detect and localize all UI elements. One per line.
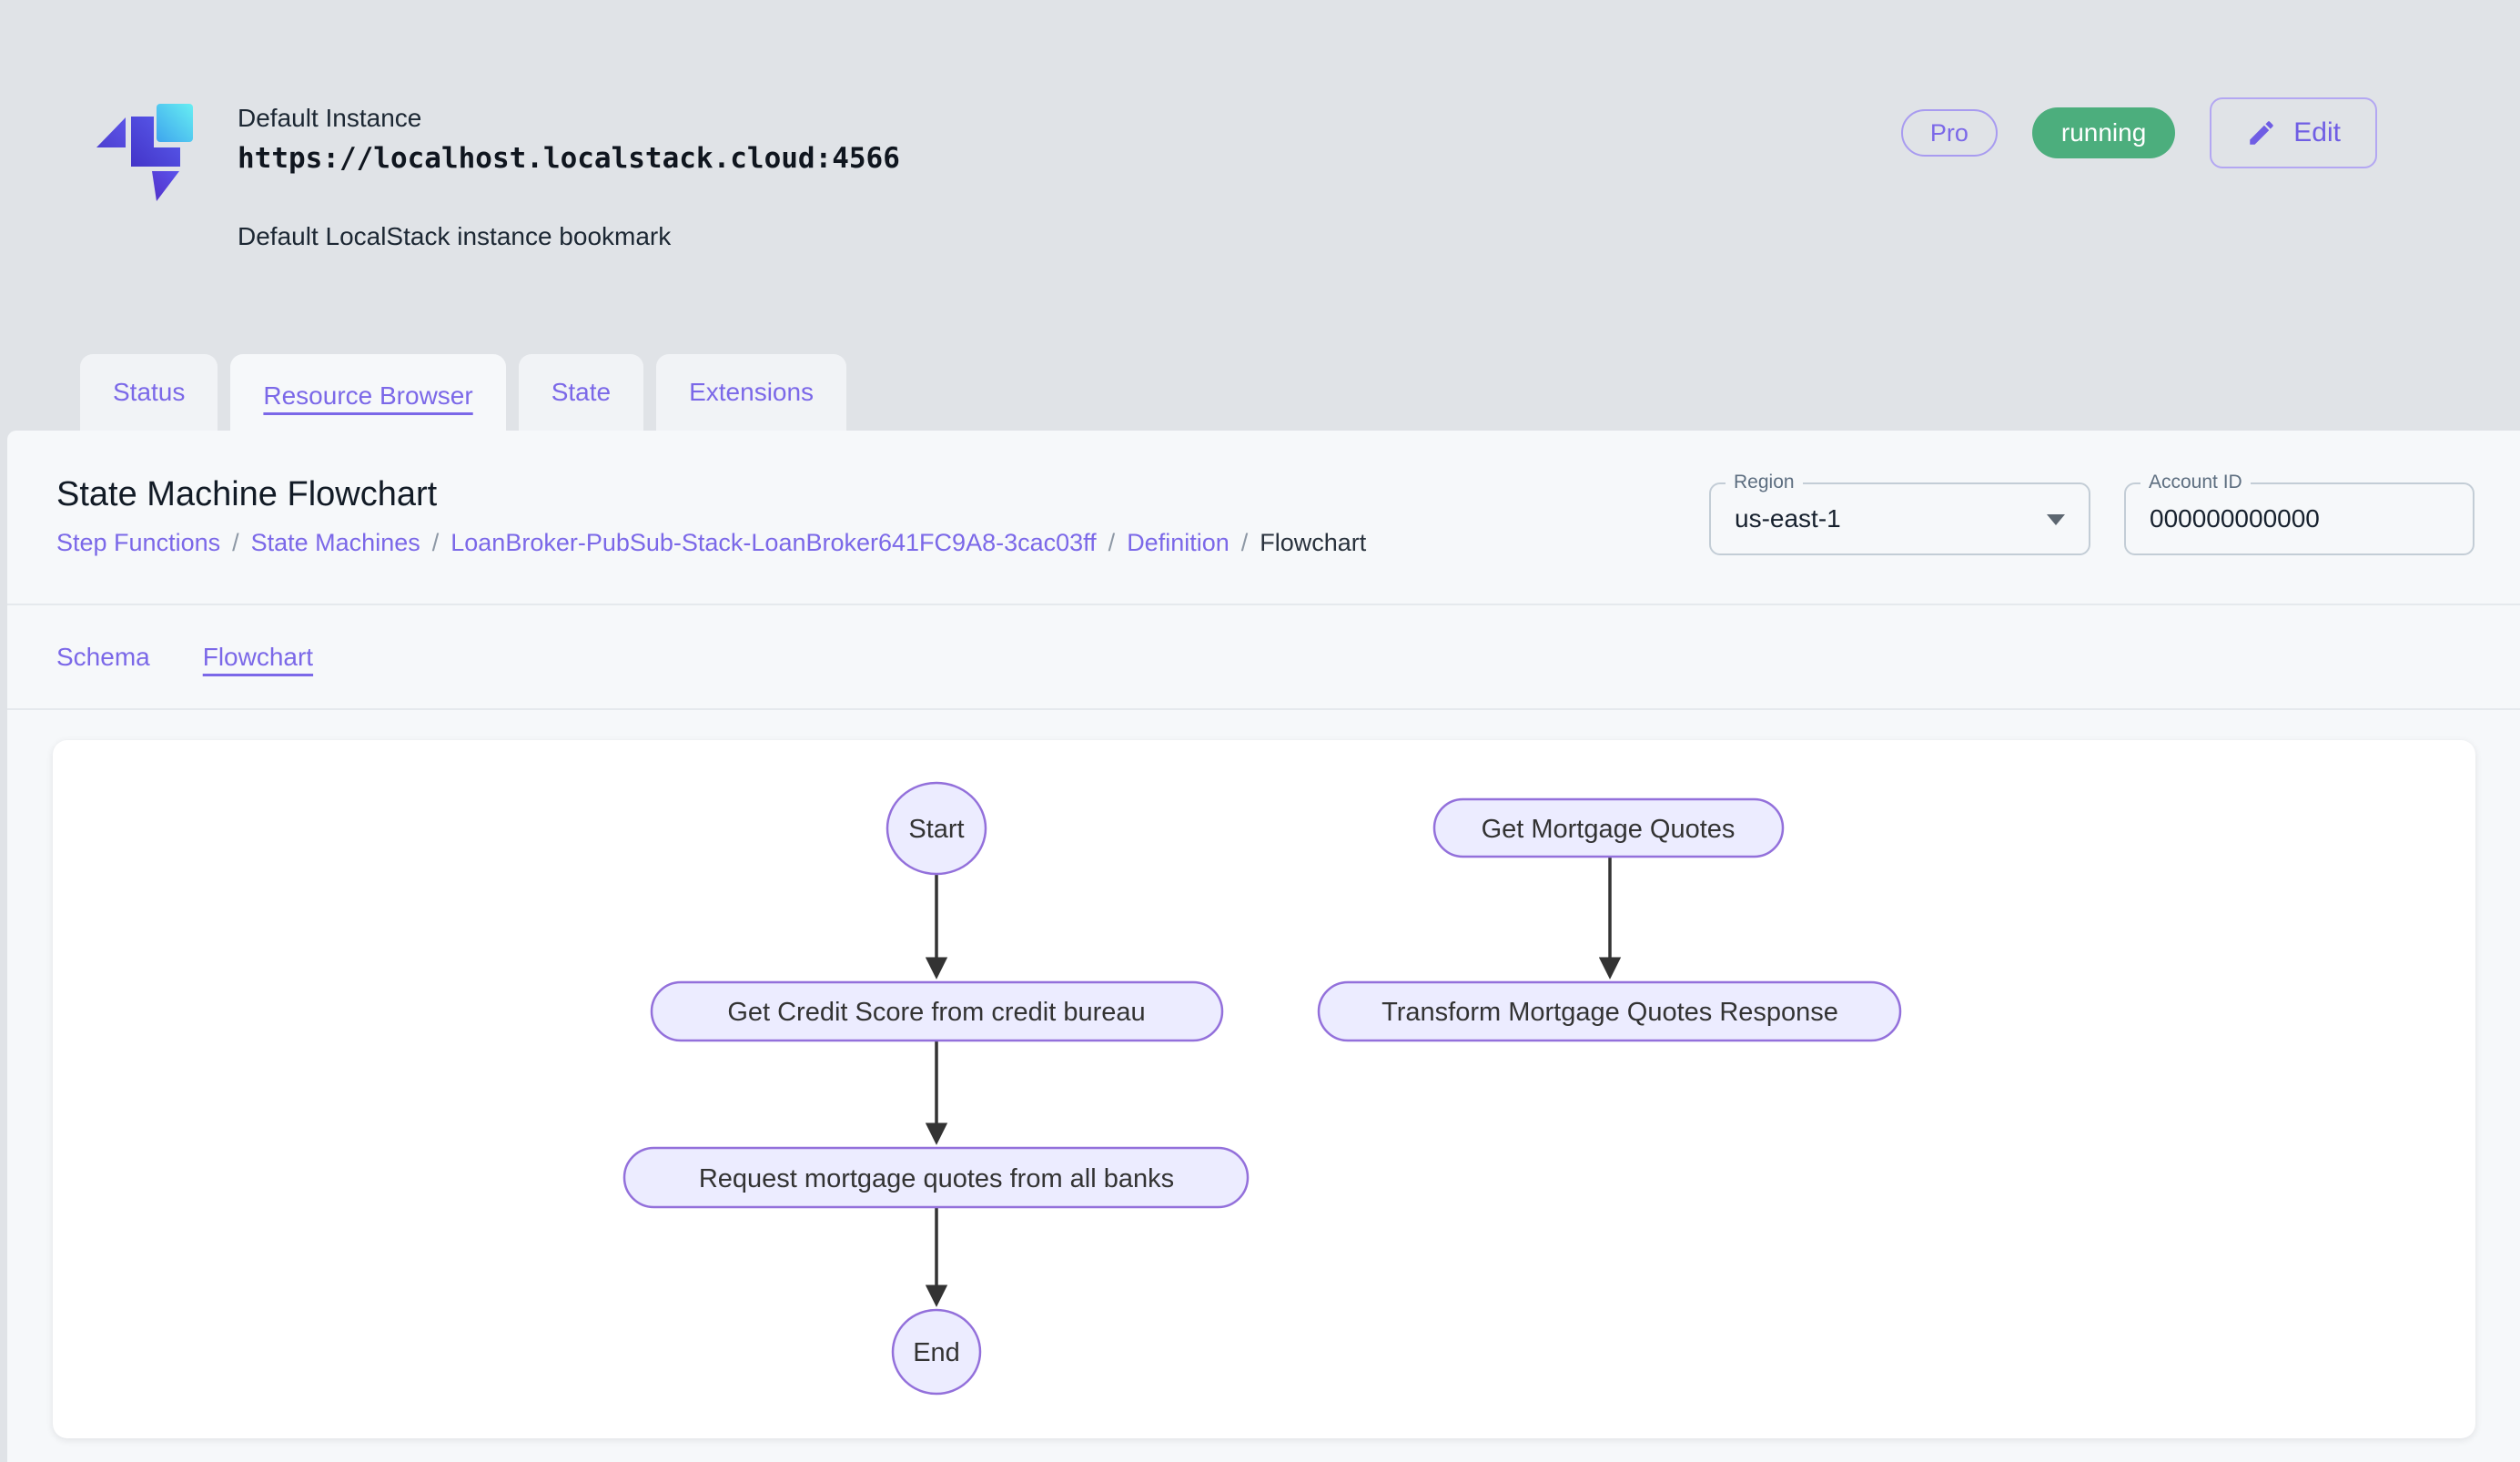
breadcrumb-flowchart: Flowchart [1260, 529, 1366, 557]
svg-text:Request mortgage quotes from a: Request mortgage quotes from all banks [699, 1164, 1174, 1193]
tab-extensions-label: Extensions [689, 378, 814, 407]
main-tabs: Status Resource Browser State Extensions [0, 354, 2520, 431]
subtab-flowchart[interactable]: Flowchart [203, 643, 313, 672]
tab-state-label: State [552, 378, 611, 407]
region-select[interactable]: Region us-east-1 [1709, 482, 2090, 555]
instance-name: Default Instance [238, 104, 900, 133]
flowchart-node-get-credit-score: Get Credit Score from credit bureau [652, 982, 1222, 1041]
breadcrumb-separator: / [232, 529, 239, 557]
edit-button-label: Edit [2293, 117, 2341, 148]
flowchart-node-get-mortgage-quotes: Get Mortgage Quotes [1434, 799, 1783, 857]
instance-description: Default LocalStack instance bookmark [238, 222, 900, 251]
svg-text:Transform Mortgage Quotes Resp: Transform Mortgage Quotes Response [1381, 998, 1838, 1027]
account-id-input[interactable] [2126, 484, 2473, 553]
tab-state[interactable]: State [519, 354, 643, 431]
tab-extensions[interactable]: Extensions [656, 354, 846, 431]
account-id-label: Account ID [2140, 471, 2251, 494]
instance-header: Default Instance https://localhost.local… [0, 0, 2520, 354]
resource-browser-panel: State Machine Flowchart Step Functions /… [7, 431, 2520, 1462]
caret-down-icon [2047, 514, 2065, 525]
flowchart-node-end: End [893, 1310, 980, 1394]
tab-status-label: Status [113, 378, 185, 407]
status-badge: running [2032, 107, 2175, 158]
tab-resource-browser[interactable]: Resource Browser [230, 354, 505, 438]
region-select-label: Region [1726, 471, 1803, 494]
svg-text:Get Mortgage Quotes: Get Mortgage Quotes [1482, 815, 1736, 844]
breadcrumb-state-machines[interactable]: State Machines [251, 529, 420, 557]
flowchart-card: Start Get Mortgage Quotes Get Credit Sco… [53, 740, 2475, 1438]
breadcrumb-separator: / [1241, 529, 1249, 557]
edit-button[interactable]: Edit [2210, 97, 2377, 168]
flowchart-node-request-quotes: Request mortgage quotes from all banks [624, 1148, 1248, 1207]
breadcrumb-definition[interactable]: Definition [1127, 529, 1230, 557]
region-select-value: us-east-1 [1711, 484, 2089, 553]
pro-badge-label: Pro [1930, 119, 1968, 147]
svg-text:End: End [913, 1338, 960, 1367]
localstack-logo-icon [86, 91, 201, 211]
pro-badge: Pro [1901, 109, 1998, 157]
breadcrumb-state-machine-name[interactable]: LoanBroker-PubSub-Stack-LoanBroker641FC9… [450, 529, 1096, 557]
pencil-icon [2246, 117, 2277, 148]
status-badge-label: running [2061, 118, 2146, 147]
breadcrumb-step-functions[interactable]: Step Functions [56, 529, 220, 557]
instance-url: https://localhost.localstack.cloud:4566 [238, 142, 900, 175]
account-id-field: Account ID [2124, 482, 2474, 555]
breadcrumb-separator: / [1108, 529, 1116, 557]
tab-resource-browser-label: Resource Browser [263, 381, 472, 411]
tab-status[interactable]: Status [80, 354, 218, 431]
state-machine-flowchart: Start Get Mortgage Quotes Get Credit Sco… [618, 774, 1910, 1411]
breadcrumb-separator: / [432, 529, 440, 557]
divider [7, 708, 2520, 710]
svg-text:Start: Start [908, 815, 964, 844]
flowchart-node-transform-response: Transform Mortgage Quotes Response [1319, 982, 1900, 1041]
subtab-schema[interactable]: Schema [56, 643, 150, 672]
flowchart-node-start: Start [887, 783, 986, 874]
definition-subtabs: Schema Flowchart [7, 605, 2520, 708]
svg-text:Get Credit Score from credit b: Get Credit Score from credit bureau [727, 998, 1145, 1027]
